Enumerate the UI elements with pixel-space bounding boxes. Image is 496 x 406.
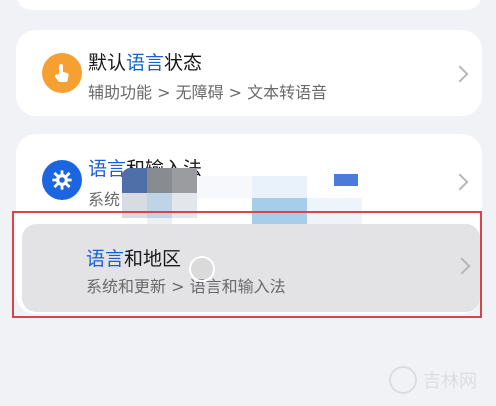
accessibility-hand-icon	[42, 53, 82, 93]
highlight-outline	[12, 211, 482, 318]
watermark-text: 吉林网	[423, 371, 477, 392]
item-subtitle: 系统	[88, 190, 121, 209]
watermark-logo-icon	[389, 366, 417, 394]
default-language-status-item[interactable]: 默认语言状态 辅助功能 > 无障碍 > 文本转语音	[16, 30, 482, 116]
gear-icon	[42, 160, 82, 200]
item-subtitle: 辅助功能 > 无障碍 > 文本转语音	[88, 83, 328, 102]
previous-card	[16, 0, 482, 10]
chevron-right-icon	[451, 173, 469, 191]
item-title: 默认语言状态	[88, 52, 203, 74]
settings-card-1: 默认语言状态 辅助功能 > 无障碍 > 文本转语音	[16, 30, 482, 116]
chevron-right-icon	[451, 65, 469, 83]
watermark: 吉林网	[389, 365, 489, 395]
